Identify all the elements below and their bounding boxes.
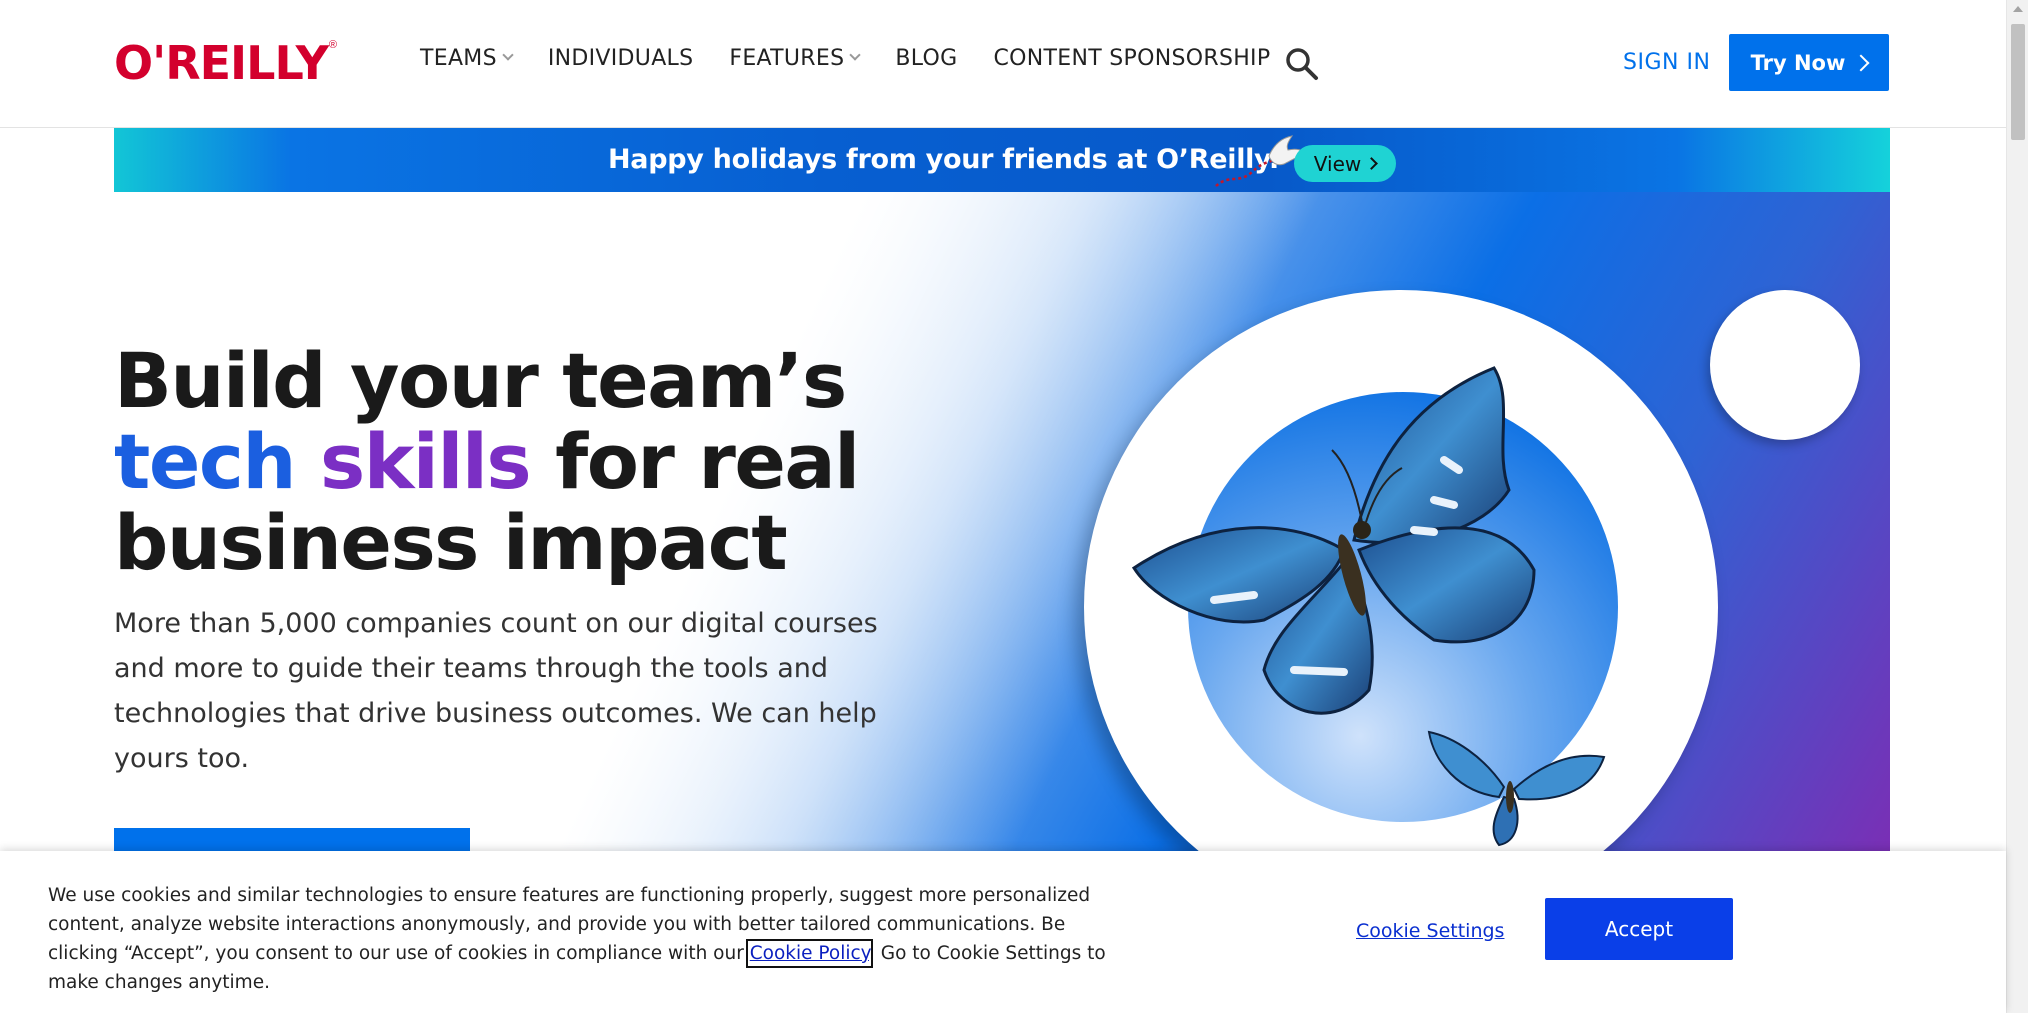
search-icon[interactable] [1284, 46, 1320, 82]
hero-headline-line1: Build your team’s [114, 336, 847, 425]
cookie-policy-link[interactable]: Cookie Policy [745, 939, 873, 968]
decorative-circle [1710, 290, 1860, 440]
holiday-view-label: View [1313, 151, 1362, 176]
hero-primary-button[interactable] [114, 828, 470, 852]
cookie-consent-banner: We use cookies and similar technologies … [0, 851, 2006, 1013]
nav-item-content-sponsorship[interactable]: CONTENT SPONSORSHIP [994, 46, 1271, 71]
hero-headline-line3: business impact [114, 498, 788, 587]
nav-item-blog[interactable]: BLOG [895, 46, 957, 71]
chevron-down-icon [502, 48, 514, 61]
try-now-button[interactable]: Try Now [1729, 34, 1889, 91]
hero-headline-tech: tech [114, 417, 320, 506]
holiday-banner: Happy holidays from your friends at O’Re… [114, 128, 1890, 192]
cookie-consent-text: We use cookies and similar technologies … [48, 881, 1108, 997]
logo-registered-mark: ® [328, 39, 338, 51]
cookie-settings-button[interactable]: Cookie Settings [1356, 920, 1504, 942]
nav-item-content-sponsorship-label: CONTENT SPONSORSHIP [993, 46, 1271, 71]
nav-item-blog-label: BLOG [895, 46, 958, 71]
nav-item-individuals-label: INDIVIDUALS [547, 46, 694, 71]
holiday-banner-text: Happy holidays from your friends at O’Re… [608, 144, 1279, 175]
main-nav: TEAMS INDIVIDUALS FEATURES BLOG CONTENT … [420, 46, 1306, 71]
hero-section: Build your team’s tech skills for real b… [114, 192, 1890, 852]
nav-item-teams-label: TEAMS [420, 46, 497, 71]
hero-headline-skills: skills [320, 417, 532, 506]
page-scrollbar[interactable] [2006, 0, 2028, 1013]
nav-item-features[interactable]: FEATURES [729, 46, 862, 71]
site-header: O'REILLY ® TEAMS INDIVIDUALS FEATURES BL… [0, 0, 2006, 128]
chevron-right-icon [1852, 54, 1870, 71]
logo-wordmark: O'REILLY [114, 36, 329, 90]
butterfly-illustration [1131, 366, 1536, 715]
hero-subtext: More than 5,000 companies count on our d… [114, 608, 878, 774]
oreilly-logo[interactable]: O'REILLY ® [114, 36, 338, 90]
chevron-down-icon [849, 48, 862, 61]
scrollbar-thumb[interactable] [2011, 24, 2025, 140]
holiday-view-button[interactable]: View [1294, 145, 1396, 182]
nav-item-teams[interactable]: TEAMS [420, 46, 514, 71]
sign-in-link[interactable]: SIGN IN [1623, 50, 1710, 75]
small-butterfly-illustration [1427, 730, 1606, 847]
nav-item-features-label: FEATURES [729, 46, 845, 71]
chevron-right-icon [1365, 157, 1379, 170]
nav-item-individuals[interactable]: INDIVIDUALS [548, 46, 694, 71]
try-now-label: Try Now [1750, 50, 1846, 75]
hero-headline: Build your team’s tech skills for real b… [114, 340, 1014, 583]
accept-cookies-button[interactable]: Accept [1545, 898, 1733, 960]
hero-headline-rest: for real [530, 417, 860, 506]
scroll-up-arrow-icon[interactable] [2013, 6, 2023, 12]
